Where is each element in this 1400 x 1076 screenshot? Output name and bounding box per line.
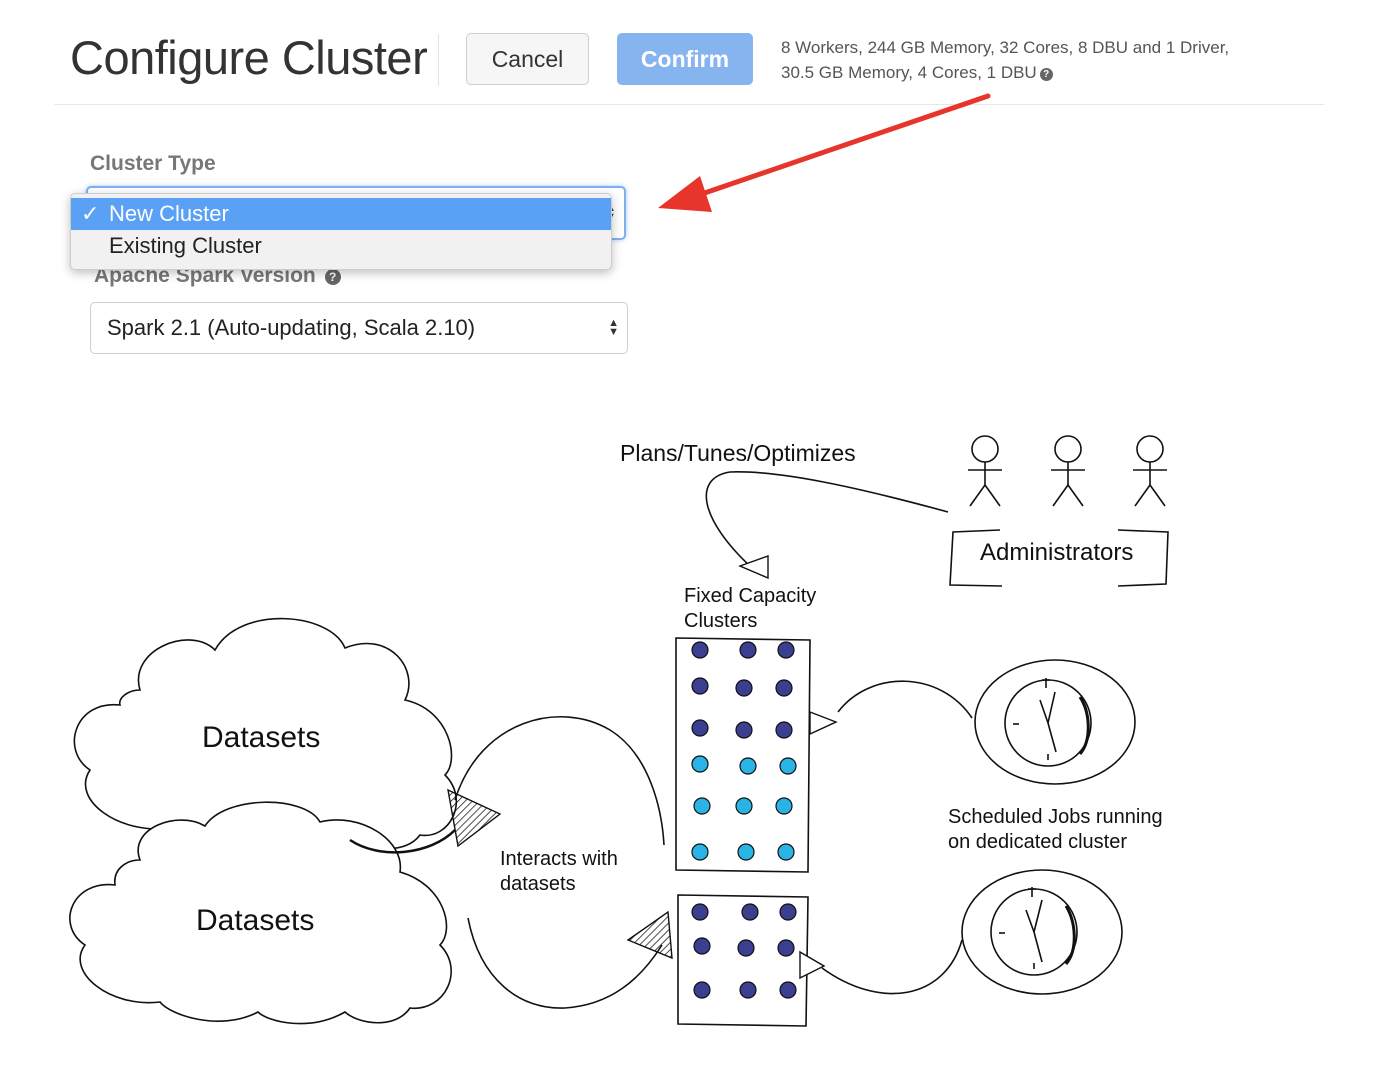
- interacts-line1: Interacts with: [500, 848, 618, 870]
- interaction-arrowhead-top: [447, 788, 502, 848]
- clock-icon: [974, 659, 1136, 785]
- scheduled-line1: Scheduled Jobs running: [948, 806, 1163, 828]
- schedule-curve-top: [837, 680, 973, 719]
- clock-icon: [961, 869, 1123, 995]
- scheduled-jobs-label: Scheduled Jobs running on dedicated clus…: [948, 805, 1163, 855]
- fixed-capacity-line2: Clusters: [684, 610, 758, 632]
- interacts-label: Interacts with datasets: [500, 847, 618, 897]
- datasets-label-top: Datasets: [202, 721, 321, 754]
- stick-figure-icon: [1133, 435, 1167, 507]
- plans-label: Plans/Tunes/Optimizes: [620, 440, 856, 466]
- plans-curve: [705, 471, 949, 569]
- fixed-capacity-label: Fixed Capacity Clusters: [684, 584, 816, 634]
- stick-figure-icon: [1051, 435, 1085, 507]
- red-arrow-icon: [658, 93, 991, 212]
- interaction-curve-bottom: [467, 917, 663, 1009]
- interaction-arrowhead-bottom: [626, 910, 673, 960]
- cluster-nodes-bottom: [691, 903, 797, 999]
- cluster-box-top: [675, 637, 811, 873]
- option-label: Existing Cluster: [109, 233, 262, 258]
- administrators-label: Administrators: [980, 539, 1134, 566]
- datasets-label-bottom: Datasets: [196, 904, 315, 937]
- schedule-arrowhead-top: [809, 710, 838, 736]
- option-existing-cluster[interactable]: Existing Cluster: [71, 230, 611, 262]
- interaction-curve-top: [454, 716, 665, 846]
- cluster-nodes-top: [691, 641, 797, 861]
- stick-figure-icon: [968, 435, 1002, 507]
- schedule-curve-bottom: [821, 939, 963, 995]
- option-label: New Cluster: [109, 201, 229, 226]
- fixed-capacity-line1: Fixed Capacity: [684, 585, 817, 607]
- cluster-type-dropdown[interactable]: ✓ New Cluster Existing Cluster: [70, 193, 612, 270]
- interacts-line2: datasets: [500, 873, 576, 895]
- check-icon: ✓: [81, 201, 100, 226]
- schedule-arrowhead-bottom: [799, 950, 826, 980]
- plans-arrowhead: [738, 555, 769, 580]
- option-new-cluster[interactable]: ✓ New Cluster: [71, 198, 611, 230]
- scheduled-line2: on dedicated cluster: [948, 831, 1128, 853]
